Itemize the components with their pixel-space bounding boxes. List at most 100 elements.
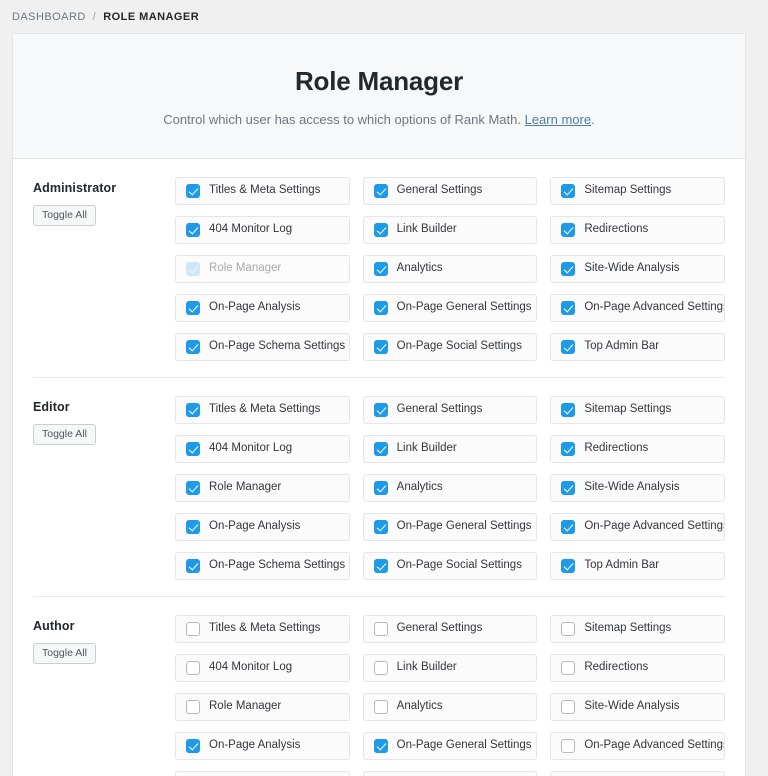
checkbox-checked-icon[interactable]: [373, 441, 388, 456]
checkbox-unchecked-icon[interactable]: [373, 621, 388, 636]
capability-checkbox-row[interactable]: Link Builder: [362, 653, 538, 682]
checkbox-unchecked-icon[interactable]: [561, 699, 576, 714]
checkbox-checked-icon[interactable]: [373, 183, 388, 198]
checkbox-checked-icon[interactable]: [373, 558, 388, 573]
capability-checkbox-row[interactable]: On-Page Analysis: [175, 512, 350, 541]
capability-checkbox-row[interactable]: Top Admin Bar: [550, 551, 725, 580]
capability-checkbox-row[interactable]: Redirections: [550, 653, 725, 682]
capability-checkbox-row[interactable]: Titles & Meta Settings: [175, 176, 350, 205]
capability-checkbox-row[interactable]: On-Page General Settings: [362, 512, 538, 541]
checkbox-checked-icon[interactable]: [186, 558, 200, 573]
capability-checkbox-row[interactable]: Role Manager: [175, 473, 350, 502]
checkbox-unchecked-icon[interactable]: [373, 699, 388, 714]
checkbox-checked-icon[interactable]: [561, 480, 576, 495]
checkbox-unchecked-icon[interactable]: [373, 660, 388, 675]
capability-checkbox-row[interactable]: General Settings: [362, 395, 538, 424]
breadcrumb-item-role-manager: ROLE MANAGER: [103, 11, 200, 23]
capability-checkbox-row[interactable]: On-Page Analysis: [175, 293, 350, 322]
capability-label: Site-Wide Analysis: [584, 261, 680, 274]
capability-checkbox-row[interactable]: 404 Monitor Log: [175, 434, 350, 463]
capability-checkbox-row[interactable]: Titles & Meta Settings: [175, 614, 350, 643]
breadcrumb-separator: /: [92, 11, 97, 23]
toggle-all-button[interactable]: Toggle All: [33, 204, 96, 227]
capability-checkbox-row[interactable]: 404 Monitor Log: [175, 215, 350, 244]
checkbox-checked-icon[interactable]: [373, 300, 388, 315]
checkbox-unchecked-icon[interactable]: [561, 738, 576, 753]
role-section: Editor Toggle All Titles & Meta Settings Ge…: [33, 376, 725, 596]
capability-label: Analytics: [396, 480, 443, 493]
checkbox-checked-icon[interactable]: [186, 339, 200, 354]
checkbox-checked-icon[interactable]: [561, 441, 576, 456]
checkbox-unchecked-icon[interactable]: [186, 660, 200, 675]
capability-checkbox-row[interactable]: Site-Wide Analysis: [550, 254, 725, 283]
capability-checkbox-row[interactable]: On-Page Advanced Settings: [550, 512, 725, 541]
capability-checkbox-row[interactable]: Role Manager: [175, 692, 350, 721]
checkbox-checked-icon[interactable]: [373, 519, 388, 534]
capability-checkbox-row[interactable]: On-Page Social Settings: [362, 770, 538, 776]
checkbox-checked-icon[interactable]: [373, 222, 388, 237]
capability-checkbox-row[interactable]: Site-Wide Analysis: [550, 692, 725, 721]
capability-checkbox-row[interactable]: Redirections: [550, 215, 725, 244]
checkbox-checked-icon[interactable]: [373, 261, 388, 276]
capability-label: Analytics: [396, 699, 443, 712]
capability-checkbox-row[interactable]: Top Admin Bar: [550, 770, 725, 776]
checkbox-checked-icon[interactable]: [561, 222, 576, 237]
toggle-all-button[interactable]: Toggle All: [33, 423, 96, 446]
capability-checkbox-row[interactable]: Sitemap Settings: [550, 176, 725, 205]
capability-checkbox-row[interactable]: On-Page Social Settings: [362, 332, 538, 361]
checkbox-checked-icon[interactable]: [561, 261, 576, 276]
toggle-all-button[interactable]: Toggle All: [33, 642, 96, 665]
capability-label: Titles & Meta Settings: [209, 402, 321, 415]
capability-checkbox-row[interactable]: Link Builder: [362, 215, 538, 244]
checkbox-checked-icon[interactable]: [561, 558, 576, 573]
capability-checkbox-row[interactable]: On-Page Schema Settings: [175, 770, 350, 776]
checkbox-checked-icon[interactable]: [373, 480, 388, 495]
checkbox-unchecked-icon[interactable]: [561, 621, 576, 636]
capability-checkbox-row[interactable]: Titles & Meta Settings: [175, 395, 350, 424]
checkbox-checked-icon[interactable]: [186, 738, 200, 753]
capability-checkbox-row[interactable]: Sitemap Settings: [550, 395, 725, 424]
checkbox-checked-icon[interactable]: [186, 183, 200, 198]
checkbox-checked-icon[interactable]: [373, 339, 388, 354]
capability-checkbox-row[interactable]: General Settings: [362, 614, 538, 643]
learn-more-link[interactable]: Learn more: [525, 112, 591, 127]
capability-checkbox-row[interactable]: Sitemap Settings: [550, 614, 725, 643]
roles-list: Administrator Toggle All Titles & Meta Set…: [13, 159, 745, 776]
capability-checkbox-row[interactable]: On-Page General Settings: [362, 293, 538, 322]
checkbox-unchecked-icon[interactable]: [561, 660, 576, 675]
capability-checkbox-row[interactable]: On-Page Advanced Settings: [550, 731, 725, 760]
capability-checkbox-row[interactable]: On-Page Schema Settings: [175, 332, 350, 361]
checkbox-checked-icon[interactable]: [186, 519, 200, 534]
capability-checkbox-row[interactable]: Analytics: [362, 473, 538, 502]
checkbox-checked-icon[interactable]: [373, 738, 388, 753]
capability-checkbox-row[interactable]: Redirections: [550, 434, 725, 463]
checkbox-unchecked-icon[interactable]: [186, 699, 200, 714]
checkbox-checked-icon[interactable]: [186, 480, 200, 495]
capability-checkbox-row[interactable]: Top Admin Bar: [550, 332, 725, 361]
checkbox-checked-icon[interactable]: [561, 300, 576, 315]
checkbox-checked-icon[interactable]: [561, 339, 576, 354]
capability-checkbox-row[interactable]: On-Page Social Settings: [362, 551, 538, 580]
capability-checkbox-row[interactable]: On-Page Advanced Settings: [550, 293, 725, 322]
capability-checkbox-row[interactable]: On-Page Analysis: [175, 731, 350, 760]
checkbox-checked-icon[interactable]: [186, 402, 200, 417]
checkbox-checked-icon[interactable]: [373, 402, 388, 417]
checkbox-checked-icon[interactable]: [186, 300, 200, 315]
capability-checkbox-row[interactable]: 404 Monitor Log: [175, 653, 350, 682]
checkbox-checked-icon[interactable]: [561, 519, 576, 534]
capability-checkbox-row[interactable]: Analytics: [362, 692, 538, 721]
checkbox-unchecked-icon[interactable]: [186, 621, 200, 636]
capability-checkbox-row[interactable]: Site-Wide Analysis: [550, 473, 725, 502]
breadcrumb-item-dashboard[interactable]: DASHBOARD: [12, 11, 86, 23]
checkbox-checked-icon[interactable]: [186, 222, 200, 237]
capability-checkbox-row[interactable]: Analytics: [362, 254, 538, 283]
checkbox-checked-icon[interactable]: [561, 183, 576, 198]
capability-checkbox-row[interactable]: Link Builder: [362, 434, 538, 463]
capability-checkbox-row[interactable]: General Settings: [362, 176, 538, 205]
capability-checkbox-row[interactable]: On-Page Schema Settings: [175, 551, 350, 580]
capability-label: 404 Monitor Log: [209, 660, 293, 673]
checkbox-checked-icon[interactable]: [186, 441, 200, 456]
capability-grid: Titles & Meta Settings General Settings Si…: [175, 395, 725, 580]
capability-checkbox-row[interactable]: On-Page General Settings: [362, 731, 538, 760]
checkbox-checked-icon[interactable]: [561, 402, 576, 417]
